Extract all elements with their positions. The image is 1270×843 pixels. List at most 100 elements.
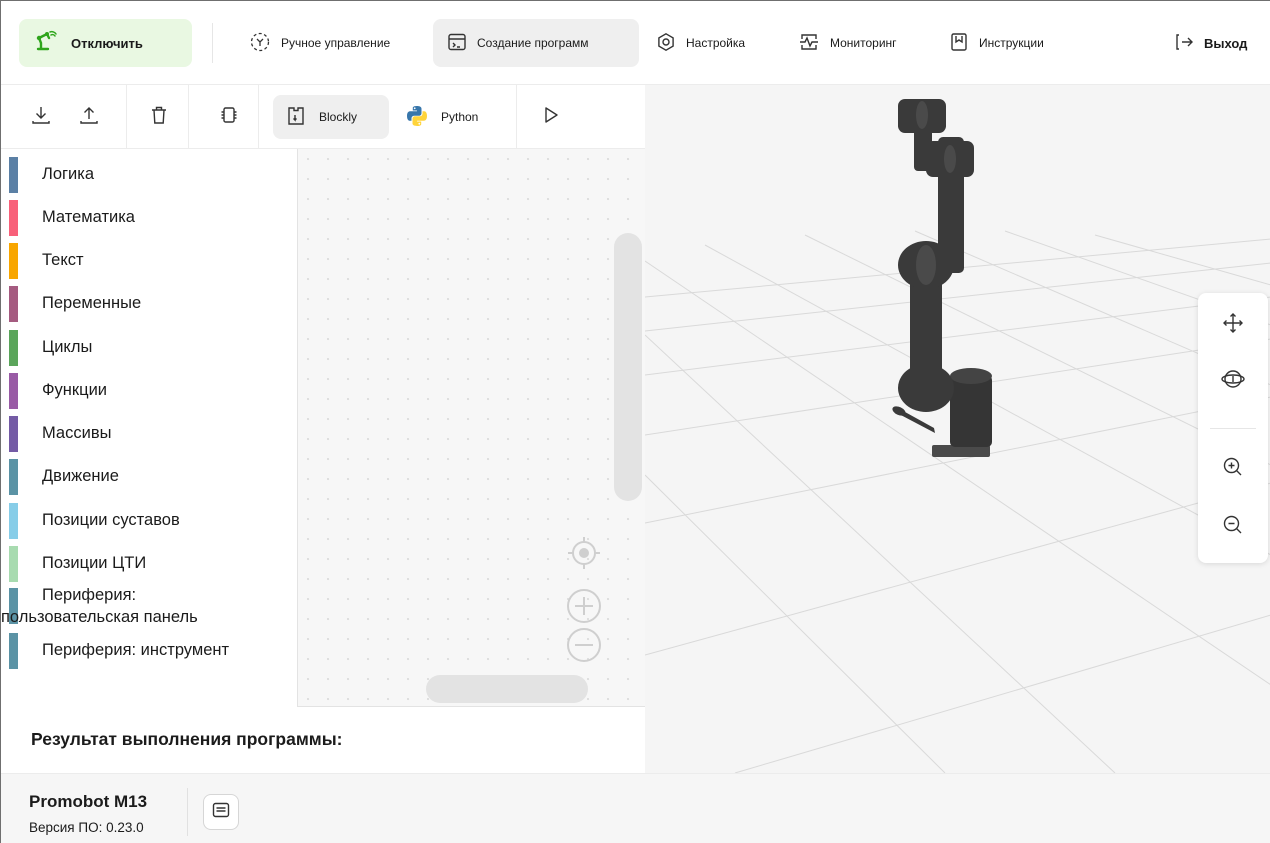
vertical-scrollbar[interactable] — [614, 233, 642, 501]
blockly-toolbox: Логика Математика Текст Переменные Циклы… — [1, 149, 297, 709]
divider — [212, 23, 213, 63]
category-peripheral-user-panel[interactable]: Периферия: пользовательская панель — [1, 586, 297, 630]
upload-button[interactable] — [71, 99, 107, 135]
nav-monitoring[interactable]: Мониторинг — [798, 19, 897, 67]
category-functions[interactable]: Функции — [1, 373, 297, 409]
category-label: Циклы — [42, 338, 93, 356]
zoom-in-button[interactable] — [1215, 449, 1251, 485]
exit-label: Выход — [1204, 35, 1248, 51]
category-peripheral-tool[interactable]: Периферия: инструмент — [1, 633, 297, 669]
download-icon — [30, 104, 52, 131]
orbit-icon — [1215, 370, 1251, 401]
category-color-bar — [9, 286, 18, 322]
category-label: Текст — [42, 251, 84, 269]
zoom-in-icon — [1215, 457, 1251, 489]
nav-instructions-label: Инструкции — [979, 36, 1044, 50]
category-color-bar — [9, 200, 18, 236]
chip-button[interactable] — [211, 99, 247, 135]
category-label-line2: пользовательская панель — [1, 608, 198, 626]
zoom-out-button[interactable] — [1215, 507, 1251, 543]
horizontal-scrollbar[interactable] — [426, 675, 588, 703]
divider — [516, 85, 517, 148]
console-button[interactable] — [203, 794, 239, 830]
python-icon — [405, 104, 429, 131]
move-icon — [1215, 313, 1251, 345]
category-color-bar — [9, 459, 18, 495]
blockly-icon — [285, 105, 307, 130]
viewport-controls — [1198, 293, 1268, 563]
divider — [187, 788, 188, 836]
robot-arm-icon — [35, 30, 57, 57]
tab-blockly[interactable]: Blockly — [273, 95, 389, 139]
program-editor-icon — [447, 32, 467, 55]
category-label: Позиции суставов — [42, 511, 180, 529]
category-color-bar — [9, 546, 18, 582]
category-variables[interactable]: Переменные — [1, 286, 297, 322]
category-arrays[interactable]: Массивы — [1, 416, 297, 452]
category-math[interactable]: Математика — [1, 200, 297, 236]
divider — [1210, 428, 1256, 429]
instructions-icon — [949, 32, 969, 55]
category-label: Позиции ЦТИ — [42, 554, 147, 572]
robot-arm-model — [892, 99, 992, 457]
manual-control-icon — [249, 31, 271, 56]
settings-icon — [656, 32, 676, 55]
nav-program-editor[interactable]: Создание программ — [433, 19, 639, 67]
category-label: Логика — [42, 165, 94, 183]
target-icon — [566, 537, 602, 575]
category-label: Функции — [42, 381, 108, 399]
console-icon — [211, 800, 231, 825]
category-label: Переменные — [42, 294, 142, 312]
divider — [258, 85, 259, 148]
play-icon — [541, 105, 561, 130]
pan-button[interactable] — [1215, 305, 1251, 341]
editor-toolbar: Blockly Python — [1, 85, 645, 149]
nav-manual-control[interactable]: Ручное управление — [239, 19, 400, 67]
category-color-bar — [9, 330, 18, 366]
minus-circle-icon — [566, 628, 602, 667]
category-text[interactable]: Текст — [1, 243, 297, 279]
program-result-label: Результат выполнения программы: — [31, 729, 343, 749]
category-color-bar — [9, 373, 18, 409]
category-color-bar — [9, 157, 18, 193]
category-joint-positions[interactable]: Позиции суставов — [1, 503, 297, 539]
top-navigation-bar: Отключить Ручное управление Создание про… — [1, 1, 1270, 85]
exit-button[interactable]: Выход — [1174, 19, 1247, 67]
category-color-bar — [9, 633, 18, 669]
workspace-zoom-out-button[interactable] — [566, 627, 602, 663]
nav-program-editor-label: Создание программ — [477, 36, 589, 50]
trash-icon — [149, 105, 169, 130]
category-color-bar — [9, 243, 18, 279]
chip-icon — [219, 105, 239, 130]
nav-settings[interactable]: Настройка — [656, 19, 745, 67]
category-color-bar — [9, 416, 18, 452]
orbit-button[interactable] — [1215, 361, 1251, 397]
workspace-zoom-in-button[interactable] — [566, 588, 602, 624]
category-motion[interactable]: Движение — [1, 459, 297, 495]
category-label: Математика — [42, 208, 135, 226]
tab-python-label: Python — [441, 110, 479, 124]
recenter-button[interactable] — [566, 535, 602, 571]
category-logic[interactable]: Логика — [1, 157, 297, 193]
delete-button[interactable] — [141, 99, 177, 135]
disconnect-button[interactable]: Отключить — [19, 19, 192, 67]
tab-blockly-label: Blockly — [319, 110, 358, 124]
tab-python[interactable]: Python — [393, 95, 505, 139]
logout-icon — [1174, 32, 1194, 55]
run-program-button[interactable] — [533, 99, 569, 135]
category-loops[interactable]: Циклы — [1, 330, 297, 366]
monitoring-icon — [798, 31, 820, 56]
nav-manual-control-label: Ручное управление — [281, 36, 391, 50]
category-label: Движение — [42, 467, 119, 485]
category-tcp-positions[interactable]: Позиции ЦТИ — [1, 546, 297, 582]
zoom-out-icon — [1215, 515, 1251, 547]
robot-3d-viewport[interactable] — [645, 85, 1270, 773]
category-label: Периферия: инструмент — [42, 641, 230, 659]
category-color-bar — [9, 503, 18, 539]
category-label-line1: Периферия: — [42, 586, 137, 604]
blockly-workspace[interactable] — [297, 149, 645, 707]
upload-icon — [78, 104, 100, 131]
divider — [188, 85, 189, 148]
nav-instructions[interactable]: Инструкции — [949, 19, 1044, 67]
download-button[interactable] — [23, 99, 59, 135]
